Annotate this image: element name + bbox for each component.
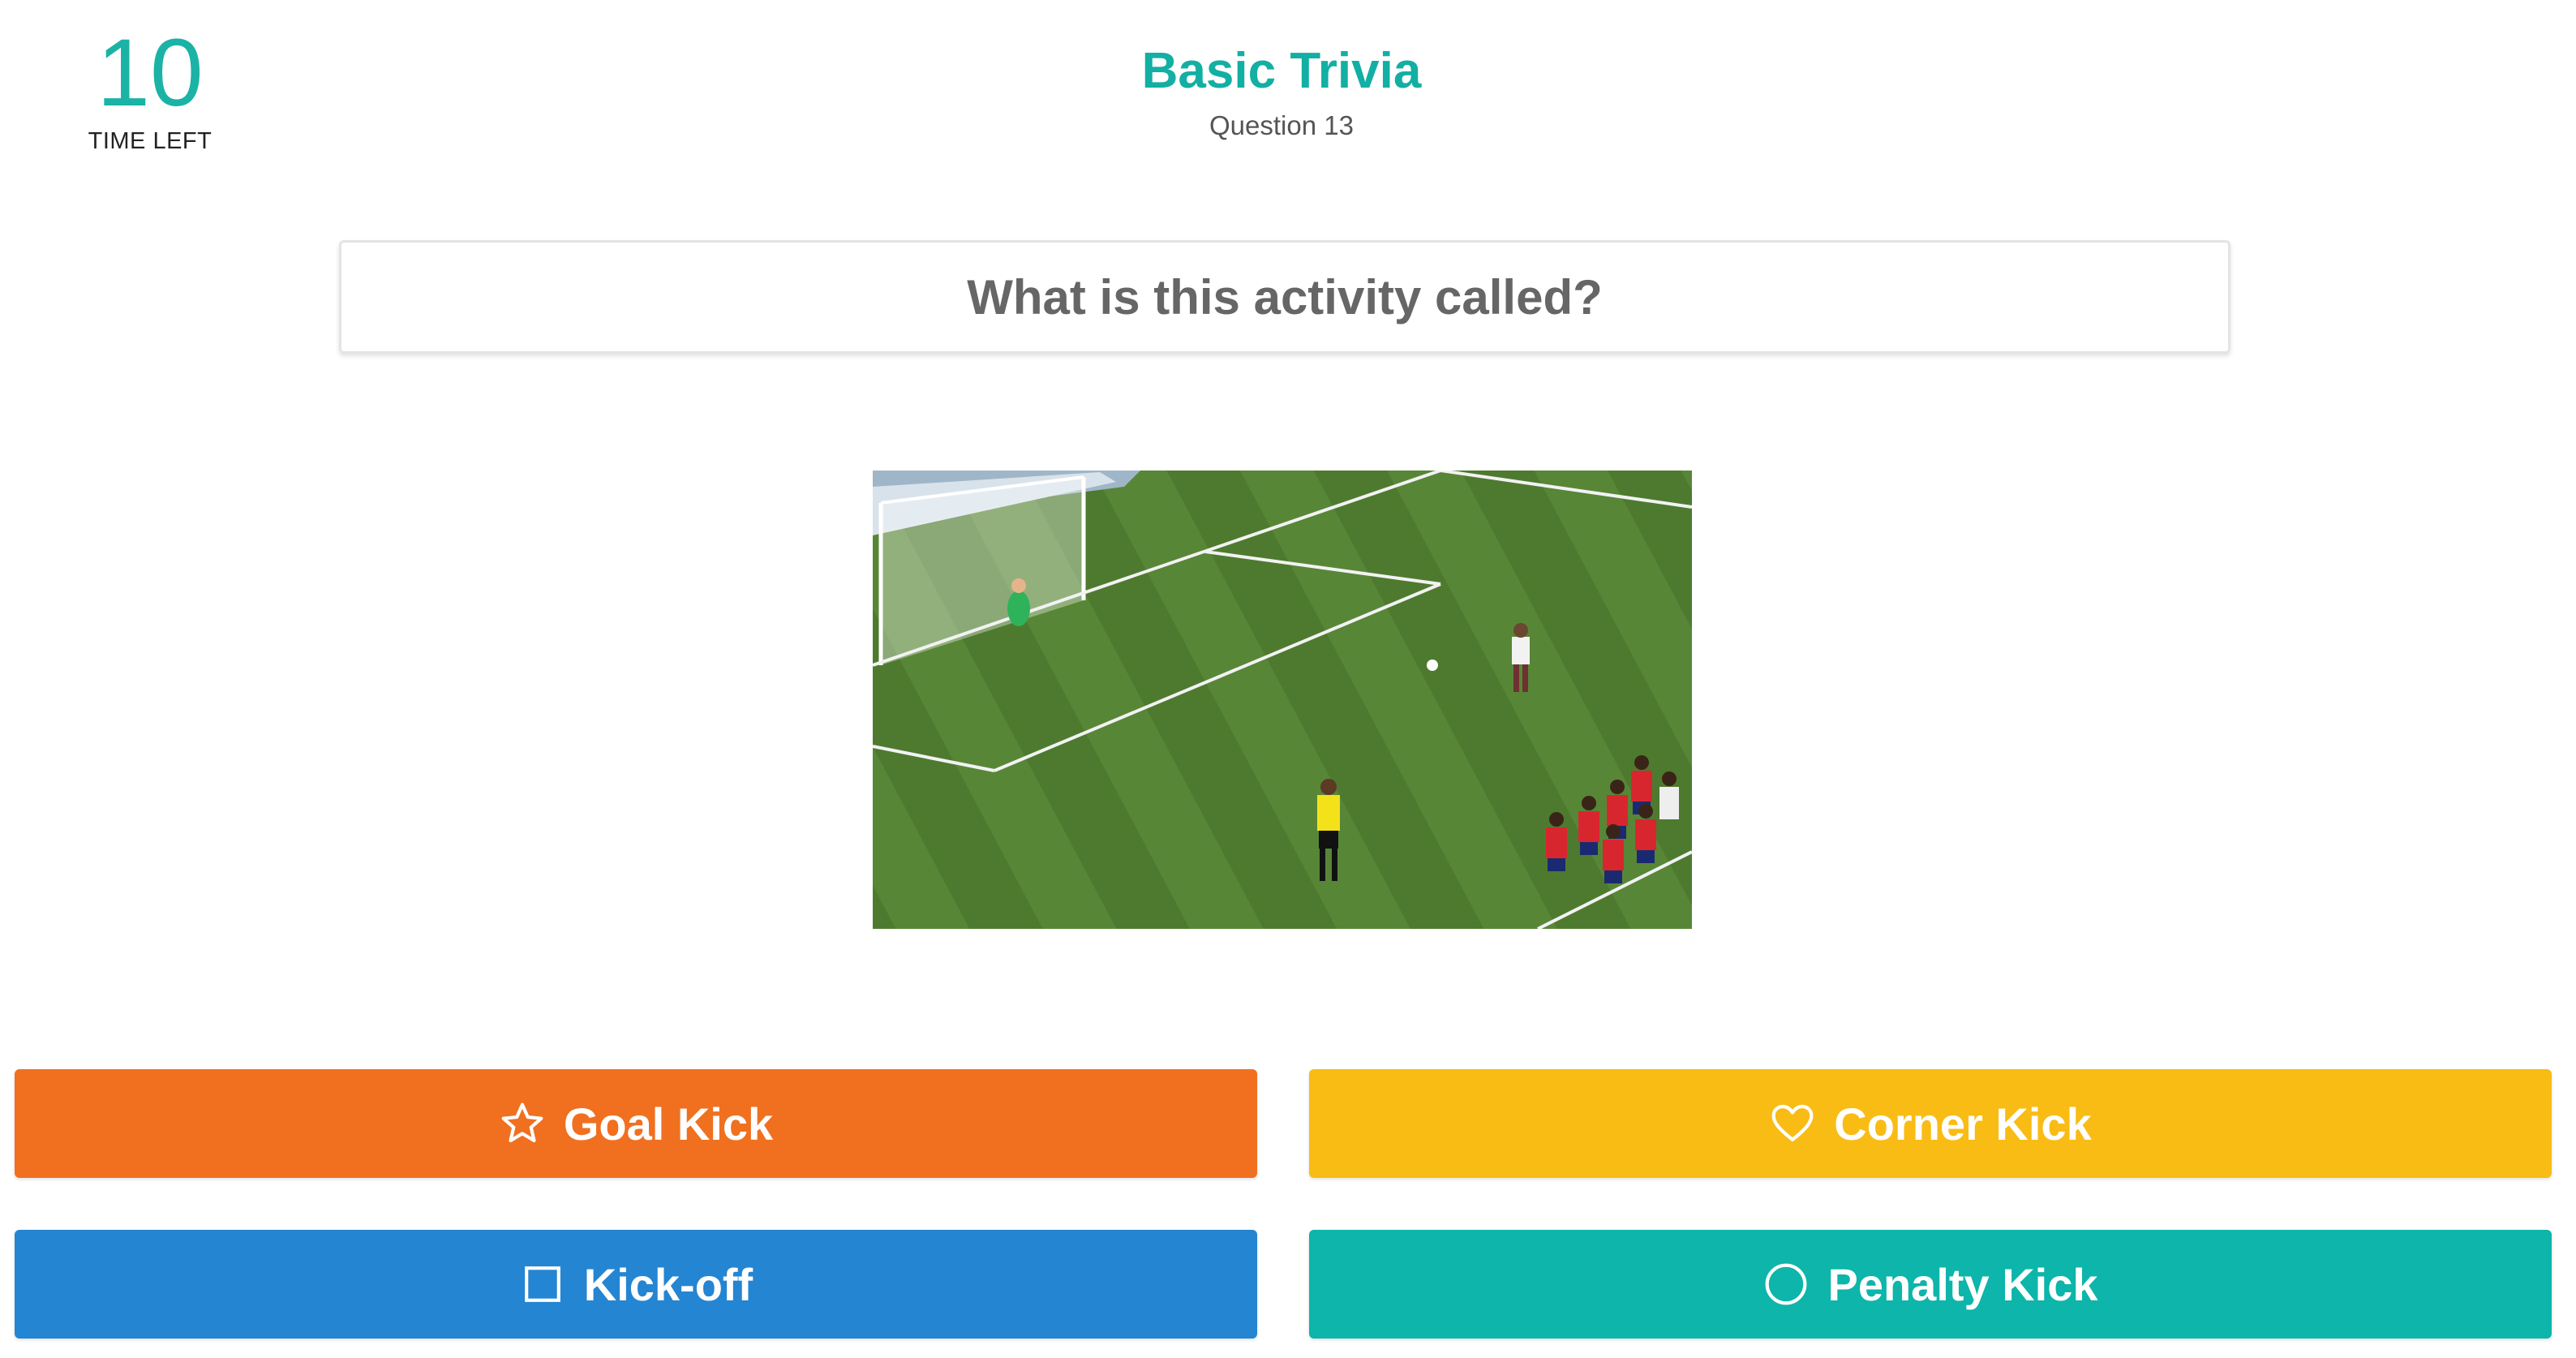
timer-label: TIME LEFT [88,128,213,154]
answer-label: Corner Kick [1834,1098,2092,1150]
quiz-header: Basic Trivia Question 13 [876,39,1687,141]
question-box: What is this activity called? [339,240,2230,354]
square-icon [519,1261,566,1308]
question-text: What is this activity called? [967,269,1603,324]
answer-button-goal-kick[interactable]: Goal Kick [15,1069,1257,1178]
answer-label: Goal Kick [563,1098,774,1150]
question-number: Question 13 [1209,110,1354,140]
timer: 10 TIME LEFT [49,24,251,155]
timer-value: 10 [97,19,204,127]
circle-icon [1762,1261,1810,1308]
answer-button-kick-off[interactable]: Kick-off [15,1230,1257,1339]
answer-button-penalty-kick[interactable]: Penalty Kick [1309,1230,2552,1339]
answer-label: Kick-off [583,1258,753,1310]
heart-icon [1769,1100,1816,1147]
trivia-page: 10 TIME LEFT Basic Trivia Question 13 Wh… [0,0,2576,1358]
star-icon [499,1100,546,1147]
question-image [873,471,1692,929]
answer-label: Penalty Kick [1827,1258,2098,1310]
answer-button-corner-kick[interactable]: Corner Kick [1309,1069,2552,1178]
quiz-title: Basic Trivia [1141,43,1422,99]
